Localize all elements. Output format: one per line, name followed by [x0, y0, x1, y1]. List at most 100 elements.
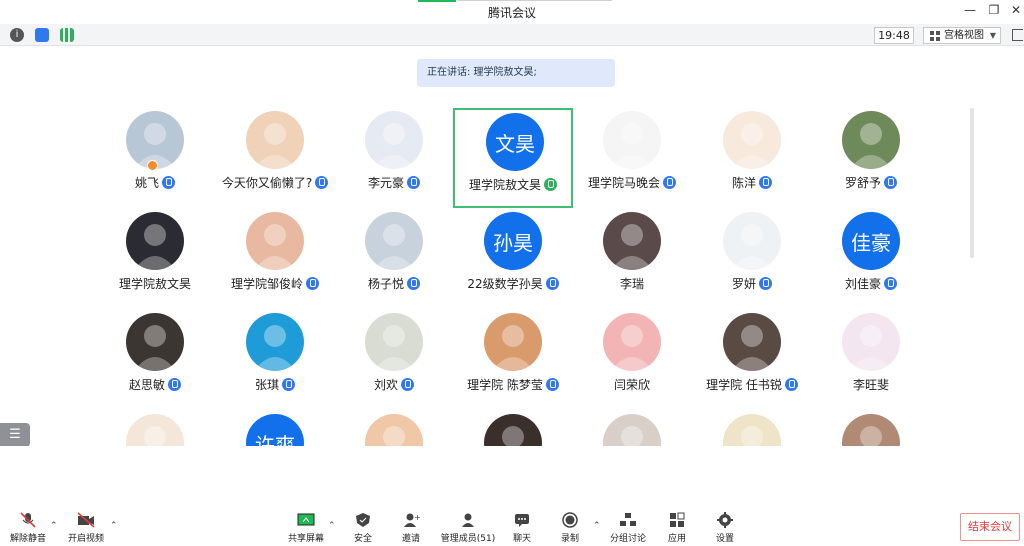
participant-tile[interactable]: 张琪: [215, 310, 335, 410]
video-options-caret[interactable]: ⌃: [110, 521, 118, 531]
mic-icon: [663, 176, 676, 189]
chat-icon: [515, 514, 529, 527]
avatar: [365, 313, 423, 371]
mic-icon: [407, 176, 420, 189]
record-button[interactable]: 录制: [544, 512, 596, 544]
participant-name: 罗妍: [731, 277, 756, 291]
mic-speaking-icon: [544, 178, 557, 191]
start-video-button[interactable]: 开启视频: [60, 512, 112, 544]
apps-button[interactable]: 应用: [651, 512, 703, 544]
participant-tile[interactable]: 刘欢: [334, 310, 454, 410]
settings-label: 设置: [715, 534, 734, 544]
end-meeting-button[interactable]: 结束会议: [960, 513, 1020, 541]
participant-name-row: 罗妍: [692, 275, 812, 292]
participant-tile[interactable]: 赵思敏: [95, 310, 215, 410]
svg-text:+: +: [414, 513, 420, 522]
participant-name-row: 刘佳豪: [811, 275, 931, 292]
participant-tile[interactable]: 理学院敖文昊: [95, 209, 215, 309]
breakout-button[interactable]: 分组讨论: [602, 512, 654, 544]
chat-label: 聊天: [512, 534, 531, 544]
participant-name: 张琪: [254, 378, 279, 392]
mic-icon: [784, 378, 798, 391]
apps-icon: [670, 512, 685, 527]
grid-scrollbar[interactable]: [970, 108, 974, 258]
participant-tile[interactable]: 罗舒予: [811, 108, 931, 208]
participant-name: 刘佳豪: [844, 277, 881, 291]
avatar: [603, 111, 661, 169]
participant-tile[interactable]: 今天你又偷懒了?: [215, 108, 335, 208]
participant-name: 22级数学孙昊: [467, 277, 543, 291]
mic-icon: [759, 277, 772, 290]
mic-icon: [282, 378, 295, 391]
participant-name: 闫荣欣: [613, 378, 650, 392]
start-video-label: 开启视频: [67, 534, 104, 544]
share-screen-button[interactable]: 共享屏幕: [280, 512, 332, 544]
participant-tile[interactable]: 理学院 陈梦莹: [453, 310, 573, 410]
participant-name: 今天你又偷懒了?: [221, 176, 313, 190]
share-screen-label: 共享屏幕: [287, 534, 324, 544]
mic-icon: [545, 378, 559, 391]
participant-name-row: 赵思敏: [95, 376, 215, 393]
avatar: [723, 212, 781, 270]
mic-icon: [407, 277, 420, 290]
participant-tile[interactable]: 罗妍: [692, 209, 812, 309]
participant-tile[interactable]: 理学院邹俊岭: [215, 209, 335, 309]
avatar: [603, 313, 661, 371]
invite-label: 邀请: [401, 534, 420, 544]
member-list-toggle[interactable]: ☰: [0, 423, 30, 447]
participant-name: 杨子悦: [367, 277, 404, 291]
participant-name: 李瑞: [619, 277, 644, 291]
participant-grid: 姚飞 今天你又偷懒了? 李元豪 文昊 理学院敖文昊 理学院马晚会 陈洋 罗舒予 理学院敖文昊 理学…: [0, 0, 1024, 472]
settings-button[interactable]: 设置: [699, 512, 751, 544]
participant-tile[interactable]: 李元豪: [334, 108, 454, 208]
participant-name-row: 理学院敖文昊: [455, 176, 571, 193]
chat-button[interactable]: 聊天: [496, 512, 548, 544]
avatar: [723, 313, 781, 371]
participant-tile[interactable]: 姚飞: [95, 108, 215, 208]
record-options-caret[interactable]: ⌃: [593, 521, 601, 531]
participant-name-row: 今天你又偷懒了?: [215, 174, 335, 191]
participant-name: 理学院马晚会: [587, 176, 660, 190]
avatar: [365, 212, 423, 270]
breakout-label: 分组讨论: [609, 534, 646, 544]
participant-tile[interactable]: 李旺斐: [811, 310, 931, 410]
share-options-caret[interactable]: ⌃: [328, 521, 336, 531]
participant-tile[interactable]: 文昊 理学院敖文昊: [453, 108, 573, 208]
avatar: 佳豪: [842, 212, 900, 270]
manage-members-button[interactable]: 管理成员(51): [438, 512, 498, 544]
manage-members-label: 管理成员(51): [440, 534, 496, 544]
unmute-button[interactable]: 解除静音: [2, 512, 54, 544]
participant-tile[interactable]: 理学院马晚会: [572, 108, 692, 208]
participant-name-row: 姚飞: [95, 174, 215, 191]
participant-tile[interactable]: 佳豪 刘佳豪: [811, 209, 931, 309]
video-off-icon: [77, 512, 95, 528]
participant-tile[interactable]: 李瑞: [572, 209, 692, 309]
participant-name-row: 理学院 任书锐: [692, 376, 812, 393]
audio-options-caret[interactable]: ⌃: [50, 521, 58, 531]
participant-name: 赵思敏: [128, 378, 165, 392]
avatar: [246, 313, 304, 371]
apps-label: 应用: [667, 534, 686, 544]
participant-tile[interactable]: 杨子悦: [334, 209, 454, 309]
mic-icon: [545, 277, 559, 290]
avatar: [246, 212, 304, 270]
host-badge-icon: [147, 160, 158, 171]
security-button[interactable]: 安全: [337, 512, 389, 544]
mic-icon: [162, 176, 175, 189]
participant-name-row: 理学院邹俊岭: [215, 275, 335, 292]
avatar: 文昊: [486, 113, 544, 171]
participant-name: 陈洋: [731, 176, 756, 190]
mic-icon: [884, 277, 897, 290]
invite-button[interactable]: + 邀请: [385, 512, 437, 544]
record-label: 录制: [560, 534, 579, 544]
avatar: [484, 313, 542, 371]
participant-name: 理学院 任书锐: [706, 378, 782, 392]
participant-name: 罗舒予: [844, 176, 881, 190]
participant-tile[interactable]: 闫荣欣: [572, 310, 692, 410]
participant-tile[interactable]: 孙昊 22级数学孙昊: [453, 209, 573, 309]
avatar: [246, 111, 304, 169]
participant-tile[interactable]: 陈洋: [692, 108, 812, 208]
participant-tile[interactable]: 理学院 任书锐: [692, 310, 812, 410]
members-icon: [462, 513, 474, 527]
avatar: [842, 111, 900, 169]
